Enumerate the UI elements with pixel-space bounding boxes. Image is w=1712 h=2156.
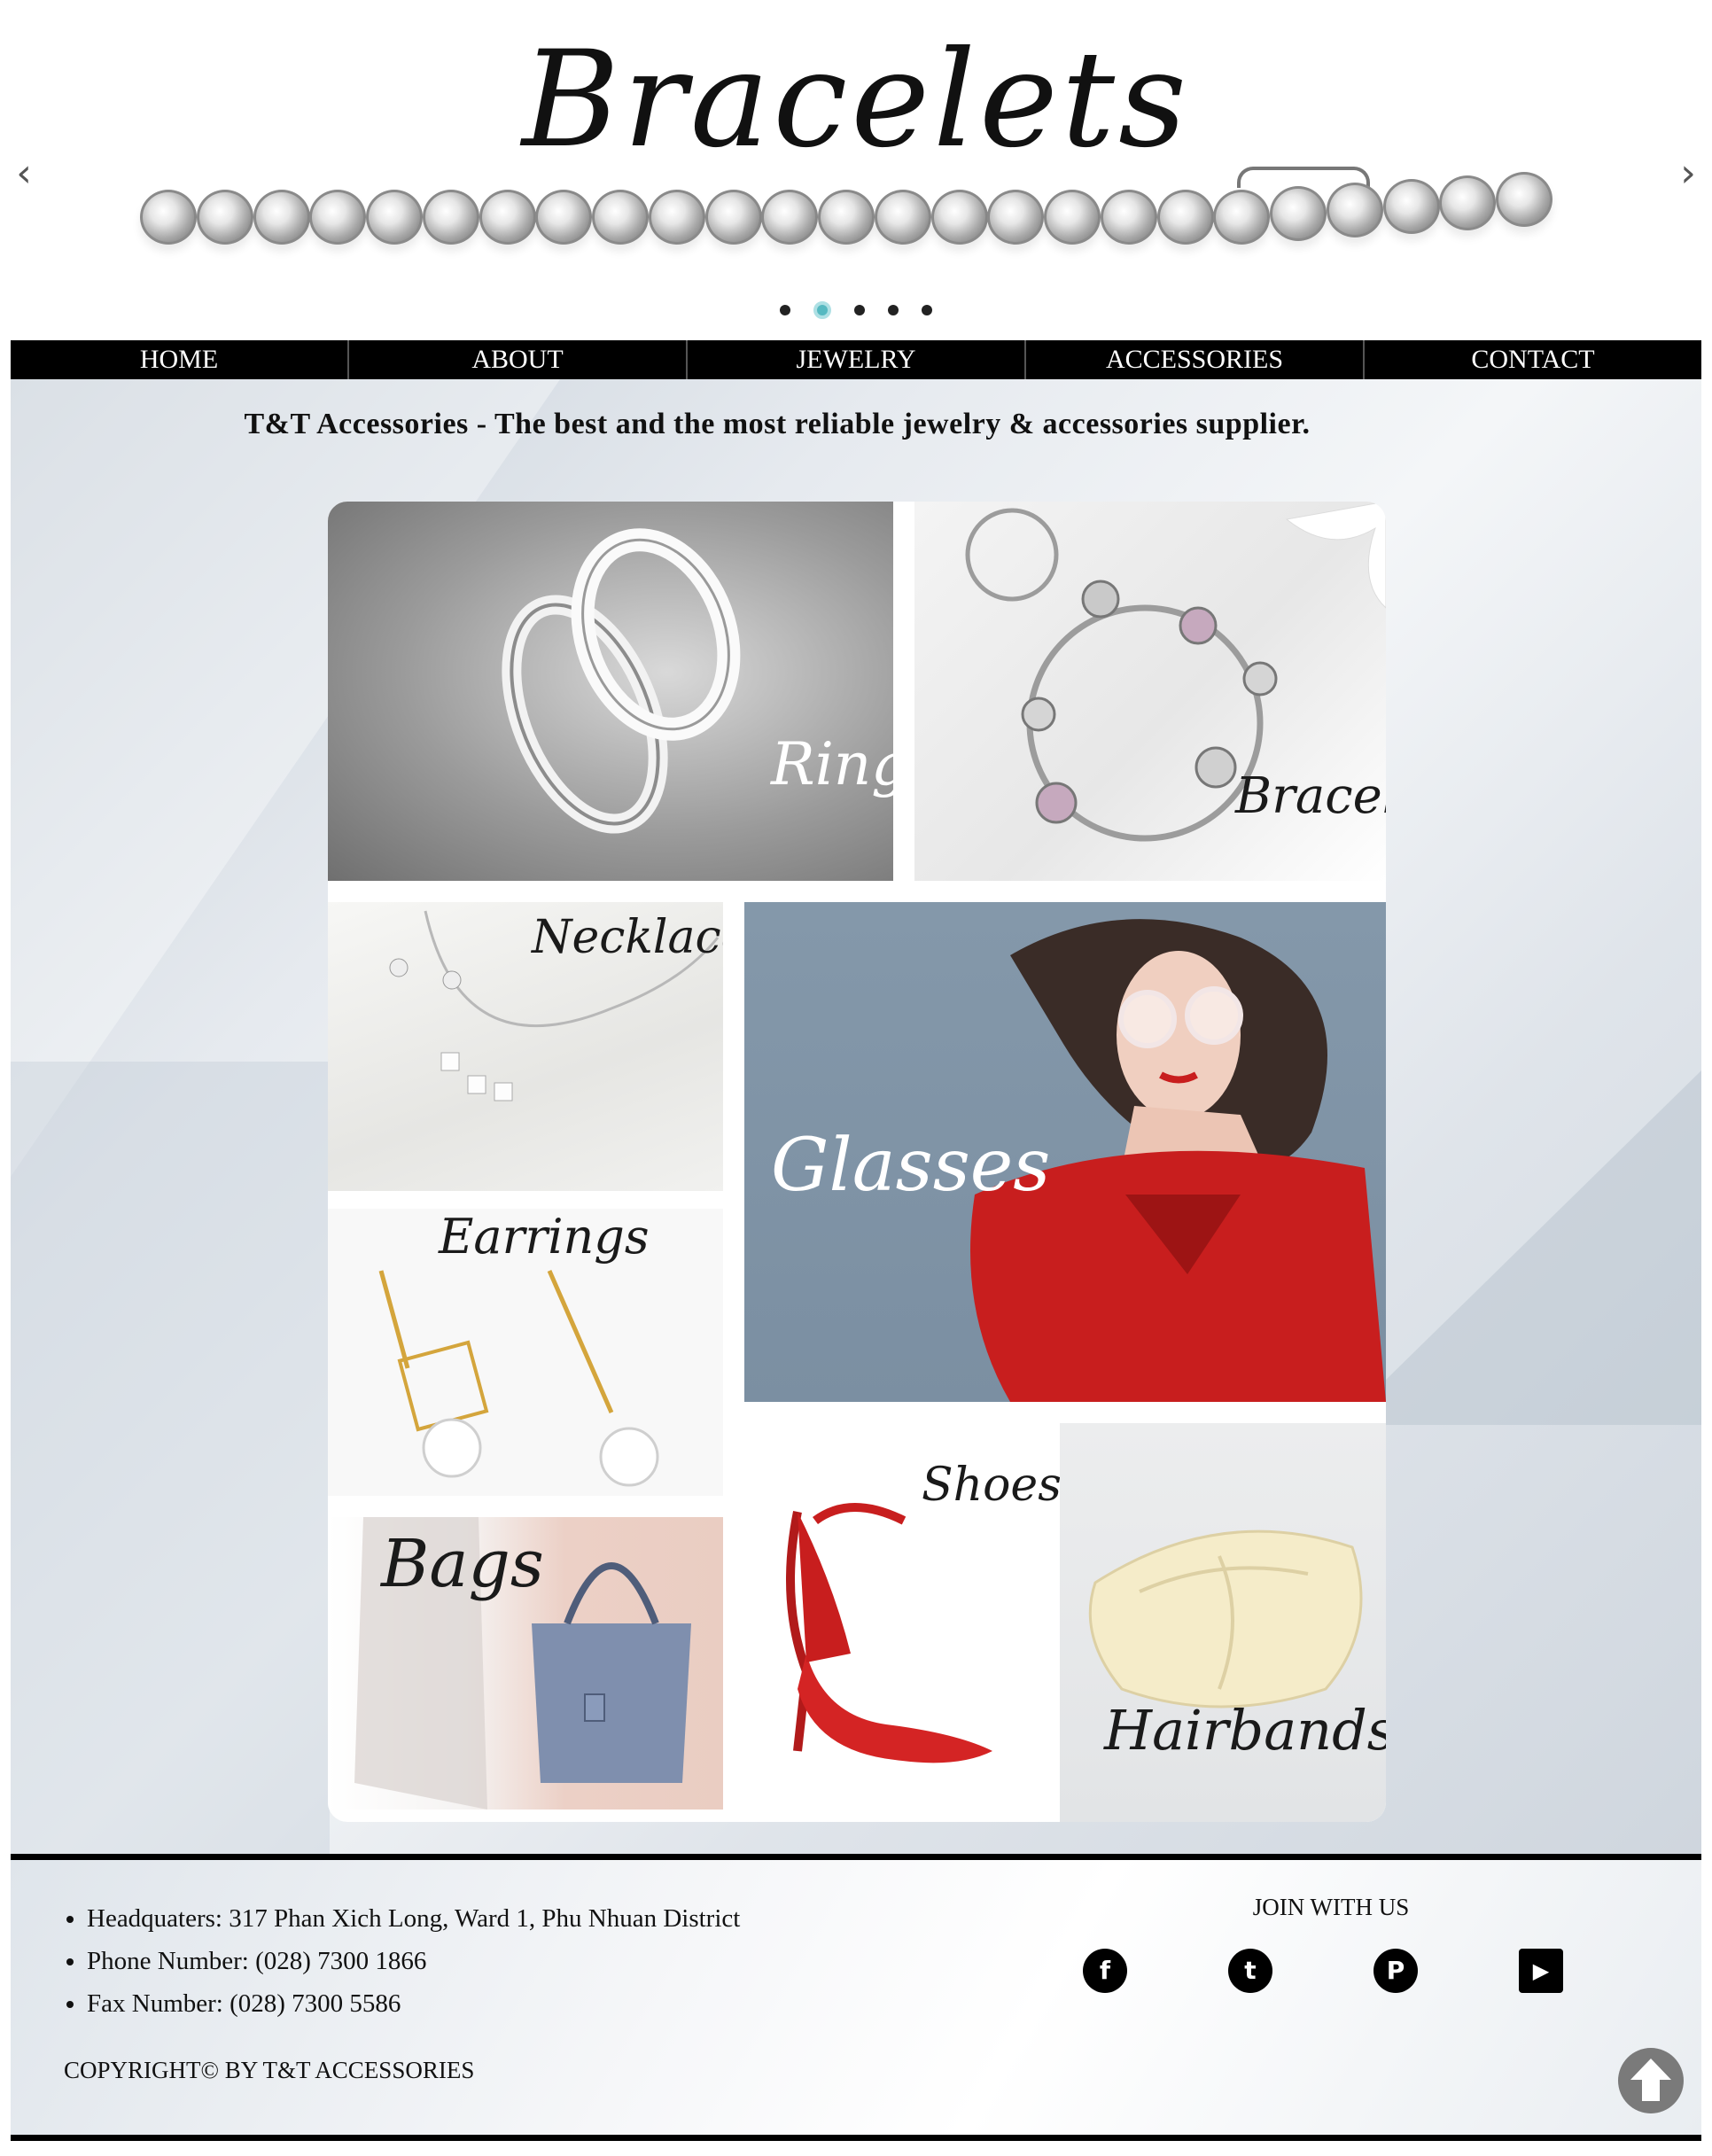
bracelet-gem — [1383, 179, 1440, 234]
join-with-us-title: JOIN WITH US — [1252, 1894, 1410, 1920]
category-tile-bracelets[interactable]: Bracelets — [914, 502, 1386, 881]
bracelet-gem — [875, 190, 931, 245]
bracelet-gem — [423, 190, 479, 245]
back-to-top-button[interactable] — [1618, 2048, 1684, 2113]
bracelet-gem — [592, 190, 649, 245]
bracelet-gem — [761, 190, 818, 245]
bracelet-gem — [705, 190, 762, 245]
tile-label-rings: Rings — [771, 730, 893, 798]
nav-item-accessories[interactable]: ACCESSORIES — [1026, 340, 1365, 379]
bracelet-gem — [931, 190, 988, 245]
slider-dot[interactable] — [854, 305, 865, 315]
bracelet-gem — [1439, 175, 1496, 230]
nav-item-contact[interactable]: CONTACT — [1365, 340, 1701, 379]
bracelet-gem — [309, 190, 366, 245]
category-gallery: Rings Bracelets — [328, 502, 1386, 1822]
tile-label-bracelets: Bracelets — [1235, 767, 1386, 825]
contact-headquarters: Headquaters: 317 Phan Xich Long, Ward 1,… — [87, 1897, 740, 1940]
slider-dot-active[interactable] — [813, 301, 831, 319]
banner-slider: ‹ › Bracelets — [0, 0, 1712, 339]
category-tile-earrings[interactable]: Earrings — [328, 1209, 723, 1496]
tile-label-glasses: Glasses — [771, 1124, 1051, 1208]
slider-dot[interactable] — [780, 305, 790, 315]
facebook-icon[interactable]: f — [1083, 1949, 1127, 1993]
nav-item-jewelry[interactable]: JEWELRY — [688, 340, 1026, 379]
bracelet-gem — [987, 190, 1044, 245]
page-tagline: T&T Accessories - The best and the most … — [244, 408, 1311, 440]
bracelet-gem — [140, 190, 197, 245]
bracelet-gem — [1157, 190, 1214, 245]
youtube-icon[interactable]: ▶ — [1519, 1949, 1563, 1993]
bracelet-gem — [1101, 190, 1157, 245]
copyright-text: COPYRIGHT© BY T&T ACCESSORIES — [64, 2057, 475, 2083]
bracelet-gem — [649, 190, 705, 245]
category-tile-glasses[interactable]: Glasses — [744, 902, 1386, 1402]
contact-fax: Fax Number: (028) 7300 5586 — [87, 1982, 740, 2025]
slider-dots — [0, 301, 1712, 319]
nav-item-home[interactable]: HOME — [11, 340, 349, 379]
contact-list: Headquaters: 317 Phan Xich Long, Ward 1,… — [87, 1897, 740, 2025]
bracelet-gem — [818, 190, 875, 245]
bracelet-gem — [197, 190, 253, 245]
slider-dot[interactable] — [888, 305, 899, 315]
tile-label-bags: Bags — [381, 1526, 544, 1602]
twitter-icon[interactable]: t — [1228, 1949, 1272, 1993]
bracelet-gem — [535, 190, 592, 245]
bracelet-gem — [1213, 190, 1270, 245]
bracelet-gem — [479, 190, 536, 245]
bracelet-image — [140, 167, 1552, 259]
page: ‹ › Bracelets HOME ABOUT JEWELRY ACCESSO… — [0, 0, 1712, 2156]
tile-label-hairbands: Hairbands — [1104, 1698, 1386, 1763]
bracelet-gem — [1496, 172, 1552, 227]
category-tile-bags[interactable]: Bags — [328, 1517, 723, 1810]
bracelet-gem — [366, 190, 423, 245]
category-tile-rings[interactable]: Rings — [328, 502, 893, 881]
background-facet — [11, 1062, 330, 1854]
category-tile-shoes[interactable]: Shoes — [744, 1423, 1060, 1822]
category-tile-hairbands[interactable]: Hairbands — [1060, 1423, 1386, 1822]
bracelet-gem — [1044, 190, 1101, 245]
bracelet-gem — [1327, 183, 1383, 237]
tile-label-shoes: Shoes — [922, 1459, 1060, 1512]
arrow-up-icon — [1630, 2059, 1671, 2101]
tile-label-necklaces: Necklaces — [532, 911, 723, 964]
footer: Headquaters: 317 Phan Xich Long, Ward 1,… — [11, 1854, 1701, 2141]
bracelet-gem — [1270, 186, 1327, 241]
main-content: T&T Accessories - The best and the most … — [11, 379, 1701, 1854]
banner-title: Bracelets — [521, 23, 1191, 177]
background-facet — [1340, 1070, 1701, 1425]
category-tile-necklaces[interactable]: Necklaces — [328, 902, 723, 1191]
contact-phone: Phone Number: (028) 7300 1866 — [87, 1940, 740, 1982]
bracelet-gem — [253, 190, 310, 245]
rings-illustration — [502, 528, 741, 834]
tile-label-earrings: Earrings — [439, 1209, 650, 1265]
main-nav: HOME ABOUT JEWELRY ACCESSORIES CONTACT — [11, 340, 1701, 379]
nav-item-about[interactable]: ABOUT — [349, 340, 688, 379]
slider-dot[interactable] — [922, 305, 932, 315]
pinterest-icon[interactable]: P — [1373, 1949, 1418, 1993]
